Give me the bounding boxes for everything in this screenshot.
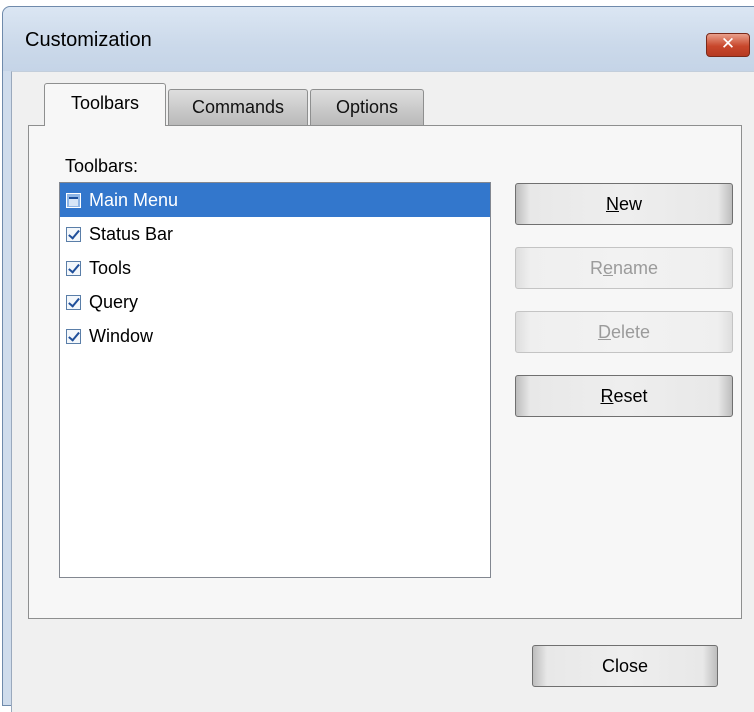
tab-toolbars[interactable]: Toolbars xyxy=(44,83,166,126)
dialog-client-area: Toolbars Commands Options Toolbars: Main… xyxy=(11,71,754,712)
rename-button[interactable]: Rename xyxy=(515,247,733,289)
mnemonic: D xyxy=(597,322,611,342)
list-item-label: Query xyxy=(89,291,139,312)
tab-commands[interactable]: Commands xyxy=(168,89,308,127)
button-label: elete xyxy=(610,322,651,342)
title-bar[interactable]: Customization ✕ xyxy=(3,7,754,71)
button-label: ew xyxy=(618,194,642,214)
checkbox-icon[interactable] xyxy=(66,294,81,310)
checkbox-icon[interactable] xyxy=(66,226,81,242)
mnemonic: e xyxy=(602,258,613,278)
toolbars-list-label: Toolbars: xyxy=(65,156,139,176)
list-item-label: Status Bar xyxy=(89,223,174,244)
toolbars-listbox[interactable]: Main Menu Status Bar Tools Query Window xyxy=(59,182,491,578)
list-item-window[interactable]: Window xyxy=(60,319,490,353)
checkbox-selected-mark xyxy=(69,196,78,206)
button-label: eset xyxy=(613,386,648,406)
toolbars-tab-panel: Toolbars: Main Menu Status Bar Tools Que… xyxy=(28,125,742,619)
button-label: name xyxy=(612,258,659,278)
list-item-label: Window xyxy=(89,325,154,346)
list-item-tools[interactable]: Tools xyxy=(60,251,490,285)
list-item-status-bar[interactable]: Status Bar xyxy=(60,217,490,251)
list-item-label: Main Menu xyxy=(89,189,179,210)
list-item-label: Tools xyxy=(89,257,132,278)
delete-button[interactable]: Delete xyxy=(515,311,733,353)
checkbox-icon[interactable] xyxy=(66,192,81,208)
mnemonic: N xyxy=(605,194,619,214)
window-close-button[interactable]: ✕ xyxy=(706,33,750,57)
checkbox-icon[interactable] xyxy=(66,260,81,276)
new-button[interactable]: New xyxy=(515,183,733,225)
checkbox-icon[interactable] xyxy=(66,328,81,344)
close-button[interactable]: Close xyxy=(532,645,718,687)
tab-options[interactable]: Options xyxy=(310,89,424,127)
reset-button[interactable]: Reset xyxy=(515,375,733,417)
button-label-start: R xyxy=(589,258,603,278)
window-title: Customization xyxy=(25,29,152,51)
customization-dialog: Customization ✕ Toolbars Commands Option… xyxy=(2,6,754,712)
list-item-query[interactable]: Query xyxy=(60,285,490,319)
mnemonic: R xyxy=(600,386,614,406)
list-item-main-menu[interactable]: Main Menu xyxy=(60,183,490,217)
